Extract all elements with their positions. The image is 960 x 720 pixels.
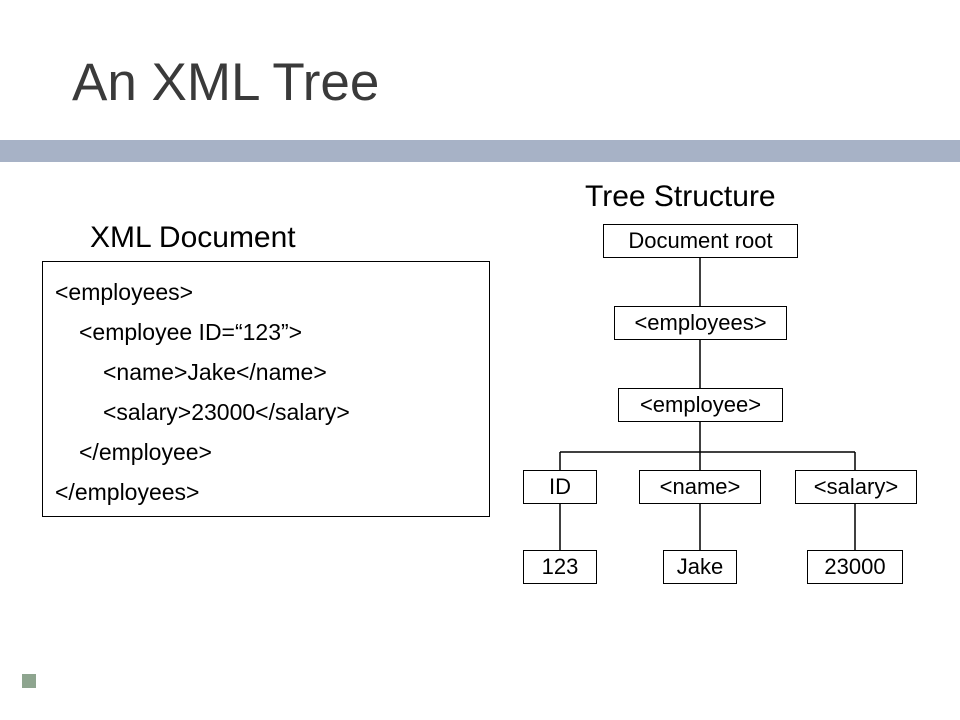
xml-document-heading: XML Document	[90, 221, 296, 255]
slide: An XML Tree XML Document Tree Structure …	[0, 0, 960, 720]
tree-diagram: Document root <employees> <employee> ID …	[505, 222, 945, 652]
corner-bullet-icon	[22, 674, 36, 688]
xml-line: </employees>	[55, 479, 199, 505]
slide-title: An XML Tree	[72, 52, 379, 113]
xml-line: <salary>23000</salary>	[55, 392, 477, 432]
xml-line: <employees>	[55, 279, 193, 305]
title-underline	[0, 140, 960, 162]
xml-line: <employee ID=“123”>	[55, 312, 477, 352]
xml-line: </employee>	[55, 432, 477, 472]
xml-document-box: <employees> <employee ID=“123”> <name>Ja…	[42, 261, 490, 517]
node-id-value: 123	[523, 550, 597, 584]
node-employee: <employee>	[618, 388, 783, 422]
node-document-root: Document root	[603, 224, 798, 258]
tree-structure-heading: Tree Structure	[585, 180, 776, 214]
xml-line: <name>Jake</name>	[55, 352, 477, 392]
node-name-label: <name>	[639, 470, 761, 504]
node-salary-label: <salary>	[795, 470, 917, 504]
node-employees: <employees>	[614, 306, 787, 340]
tree-edges	[505, 222, 945, 652]
node-salary-value: 23000	[807, 550, 903, 584]
node-id-label: ID	[523, 470, 597, 504]
node-name-value: Jake	[663, 550, 737, 584]
